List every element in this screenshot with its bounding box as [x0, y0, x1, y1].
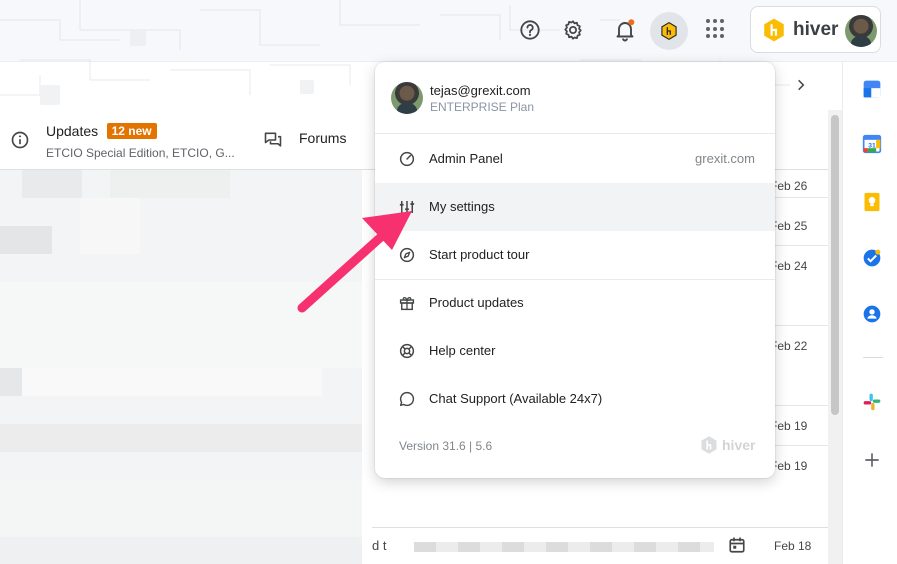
tab-updates[interactable]: Updates 12 new ETCIO Special Edition, ET…: [46, 122, 235, 160]
brand-name: hiver: [793, 18, 839, 40]
menu-item-label: Help center: [429, 343, 496, 358]
row-date: Feb 22: [770, 339, 808, 353]
gift-icon: [399, 296, 415, 311]
row-date: Feb 24: [770, 259, 808, 273]
menu-item-label: Start product tour: [429, 247, 530, 262]
add-icon[interactable]: [862, 450, 882, 470]
google-tasks-icon[interactable]: [862, 248, 882, 268]
row-date: Feb 26: [770, 179, 808, 193]
blurred-snippet: [414, 542, 714, 552]
apps-grid-icon[interactable]: [706, 19, 726, 39]
row-snippet: d t: [372, 538, 387, 553]
tab-updates-subtitle: ETCIO Special Edition, ETCIO, G...: [46, 146, 235, 160]
tasks-icon[interactable]: [862, 79, 882, 99]
menu-avatar: [391, 82, 423, 114]
account-plan: ENTERPRISE Plan: [430, 100, 535, 114]
side-panel-divider: [863, 357, 883, 358]
lifebuoy-icon: [399, 343, 415, 359]
account-email: tejas@grexit.com: [430, 83, 531, 98]
menu-item-my-settings[interactable]: My settings: [375, 183, 775, 231]
menu-item-help-center[interactable]: Help center: [375, 327, 775, 375]
footer-logo: hiver: [699, 435, 755, 455]
menu-item-product-updates[interactable]: Product updates: [375, 279, 775, 327]
row-date: Feb 18: [774, 539, 812, 553]
calendar-icon[interactable]: 31: [862, 134, 882, 154]
admin-domain: grexit.com: [695, 151, 755, 166]
menu-account-header: tejas@grexit.com ENTERPRISE Plan: [375, 62, 775, 134]
menu-item-label: My settings: [429, 199, 495, 214]
row-date: Feb 19: [770, 419, 808, 433]
account-avatar[interactable]: [845, 15, 877, 47]
menu-item-label: Chat Support (Available 24x7): [429, 391, 603, 406]
menu-item-label: Admin Panel: [429, 151, 503, 166]
scrollbar-thumb[interactable]: [831, 115, 839, 415]
hiver-logo-icon: [701, 436, 717, 454]
slack-icon[interactable]: [862, 392, 882, 412]
hiver-logo-icon: [764, 18, 784, 41]
hiver-extension-icon[interactable]: [650, 12, 688, 50]
tab-updates-label: Updates: [46, 122, 99, 139]
row-date: Feb 19: [770, 459, 808, 473]
blurred-row-strip: [0, 537, 362, 564]
menu-item-admin-panel[interactable]: Admin Panel grexit.com: [375, 135, 775, 183]
menu-item-label: Product updates: [429, 295, 524, 310]
gauge-icon: [399, 151, 415, 167]
footer-logo-text: hiver: [722, 437, 756, 453]
version-text: Version 31.6 | 5.6: [399, 439, 493, 453]
tab-forums[interactable]: Forums: [299, 130, 346, 146]
new-count-badge: 12 new: [106, 122, 157, 139]
contacts-icon[interactable]: [862, 304, 882, 324]
menu-item-chat-support[interactable]: Chat Support (Available 24x7): [375, 375, 775, 423]
notifications-bell-icon[interactable]: [609, 14, 641, 46]
keep-icon[interactable]: [862, 192, 882, 212]
menu-item-product-tour[interactable]: Start product tour: [375, 231, 775, 279]
row-date: Feb 25: [770, 219, 808, 233]
hiver-dropdown-menu: tejas@grexit.com ENTERPRISE Plan Admin P…: [375, 62, 775, 478]
settings-gear-icon[interactable]: [557, 14, 589, 46]
calendar-event-icon: [729, 537, 745, 553]
chevron-right-icon[interactable]: [788, 70, 814, 100]
help-icon[interactable]: [514, 14, 546, 46]
info-icon: [11, 131, 29, 149]
compass-icon: [399, 247, 415, 263]
chat-bubble-icon: [399, 391, 415, 407]
sliders-icon: [399, 201, 415, 213]
blurred-email-list: [0, 170, 362, 564]
svg-text:31: 31: [868, 142, 876, 149]
side-panel: 31: [842, 62, 897, 564]
forums-icon: [264, 132, 282, 147]
